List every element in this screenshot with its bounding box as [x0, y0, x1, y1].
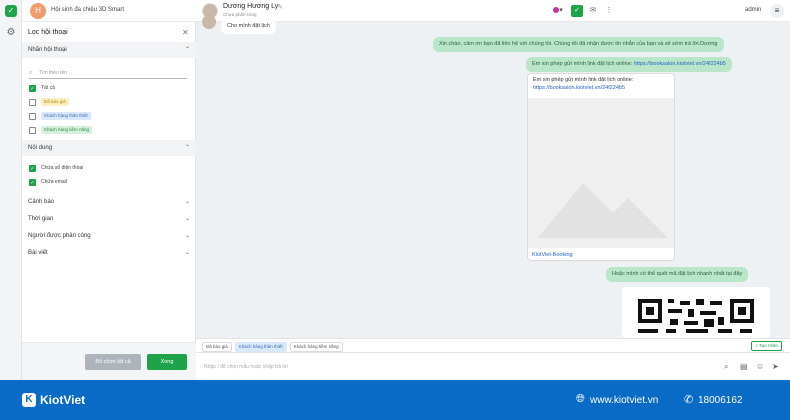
outgoing-message: Hoặc mình có thể quét mã đặt lịch nhanh … — [606, 267, 749, 282]
section-label: Nội dung — [28, 145, 53, 151]
section-label: Bài viết — [28, 250, 48, 256]
chevron-down-icon: ⌄ — [184, 250, 190, 256]
section-label: Nhãn hội thoại — [28, 47, 67, 53]
phone-icon: ✆ — [684, 394, 694, 406]
website-text: www.kiotviet.vn — [590, 395, 659, 406]
content-option-email[interactable]: ✓ Chứa email — [29, 178, 67, 186]
message-text: Em xin phép gửi mình link đặt lịch onlin… — [532, 61, 634, 67]
edit-icon[interactable]: ✎ — [277, 3, 283, 11]
outgoing-message: Xin chào, cảm ơn bạn đã liên hệ với chún… — [433, 37, 724, 52]
label-option-loyal[interactable]: Khách hàng thân thiết — [29, 112, 91, 120]
left-rail: ✓ ⚙ — [0, 0, 22, 380]
card-caption[interactable]: KiotViet-Booking — [532, 252, 573, 258]
section-assignee[interactable]: Người được phân công ⌄ — [22, 228, 196, 244]
section-alert[interactable]: Cảnh báo ⌄ — [22, 194, 196, 210]
message-composer[interactable]: Nhập / để chọn mẫu hoặc nhập trả lời ⌕ ▤… — [196, 352, 790, 380]
label-tag: Đã báo giá — [41, 98, 69, 106]
send-icon[interactable]: ➤ — [772, 362, 779, 371]
option-label: Chứa email — [41, 179, 67, 185]
template-icon[interactable]: ▤ — [740, 362, 748, 371]
clear-all-button[interactable]: Bỏ chọn tất cả — [85, 354, 141, 370]
filter-footer: Bỏ chọn tất cả Xong — [22, 342, 196, 380]
customer-name: Dương Hương Ly — [223, 3, 279, 10]
label-color-dropdown[interactable]: ▾ — [549, 5, 567, 17]
label-option-potential[interactable]: Khách hàng tiềm năng — [29, 126, 93, 134]
label-tag: Khách hàng tiềm năng — [41, 126, 93, 134]
section-content[interactable]: Nội dung ⌃ — [22, 140, 196, 156]
search-input[interactable]: ⌕ Tìm thẻo tên — [29, 67, 187, 79]
emoji-icon[interactable]: ☺ — [756, 362, 764, 371]
gear-icon[interactable]: ⚙ — [5, 27, 17, 39]
card-link[interactable]: https://booksalon.kiotviet.vn/24f224b5 — [533, 85, 625, 91]
kiotviet-logo-icon: K — [22, 393, 36, 407]
booking-link[interactable]: https://booksalon.kiotviet.vn/24f224b5 — [634, 61, 726, 67]
checkbox[interactable] — [29, 112, 36, 120]
image-placeholder-icon — [528, 98, 674, 248]
option-label: Chứa số điện thoại — [41, 165, 84, 171]
chevron-down-icon: ⌄ — [184, 199, 190, 205]
section-post[interactable]: Bài viết ⌄ — [22, 245, 196, 261]
brand-footer: K KiotViet 🌐︎ www.kiotviet.vn ✆ 18006162 — [0, 380, 790, 420]
create-tag-button[interactable]: + Tạo nhãn — [751, 341, 782, 351]
menu-icon[interactable]: ≡ — [770, 4, 784, 18]
shop-name[interactable]: Hội sinh đa chiều 3D Smart — [51, 7, 124, 13]
customer-message-avatar — [202, 15, 216, 29]
search-icon: ⌕ — [29, 70, 33, 76]
close-icon[interactable]: ✕ — [182, 28, 189, 37]
checkbox[interactable]: ✓ — [29, 84, 36, 92]
card-text: Em xin phép gửi mình link đặt lịch onlin… — [533, 77, 634, 83]
user-name[interactable]: admin — [745, 7, 761, 13]
app-logo-icon[interactable]: ✓ — [5, 5, 17, 17]
shop-avatar[interactable]: H — [30, 3, 46, 19]
option-label: Tất cả — [41, 85, 55, 91]
chevron-down-icon: ⌄ — [184, 233, 190, 239]
qr-code-image — [622, 287, 770, 338]
assignment-status[interactable]: Chưa phân công — [223, 12, 257, 17]
content-option-phone[interactable]: ✓ Chứa số điện thoại — [29, 164, 83, 172]
phone-number: 18006162 — [698, 395, 743, 406]
label-option-all[interactable]: ✓ Tất cả — [29, 84, 55, 92]
label-tag: Khách hàng thân thiết — [41, 112, 91, 120]
checkbox[interactable] — [29, 98, 36, 106]
section-label: Thời gian — [28, 216, 54, 222]
filter-title: Lọc hội thoại — [28, 29, 68, 36]
filter-panel: Lọc hội thoại ✕ Nhãn hội thoại ⌃ ⌕ Tìm thẻ… — [22, 22, 196, 380]
quick-tag[interactable]: Đã báo giá — [202, 342, 232, 352]
check-icon[interactable]: ✓ — [571, 5, 583, 17]
incoming-message: Cho mình đặt lịch — [221, 19, 276, 34]
globe-icon: 🌐︎ — [576, 393, 585, 405]
search-placeholder: Tìm thẻo tên — [39, 70, 68, 76]
quick-tag[interactable]: Khách hàng thân thiết — [234, 342, 287, 352]
chevron-up-icon: ⌃ — [184, 47, 190, 53]
brand-name: KiotViet — [40, 393, 86, 407]
quick-tag[interactable]: Khách hàng tiềm năng — [289, 342, 343, 352]
checkbox[interactable] — [29, 126, 36, 134]
chevron-up-icon: ⌃ — [184, 145, 190, 151]
label-option-quoted[interactable]: Đã báo giá — [29, 98, 69, 106]
mail-icon[interactable]: ✉ — [587, 5, 599, 17]
chevron-down-icon: ⌄ — [184, 216, 190, 222]
outgoing-message: Em xin phép gửi mình link đặt lịch onlin… — [526, 57, 732, 72]
more-icon[interactable]: ⋮ — [603, 5, 615, 17]
checkbox[interactable]: ✓ — [29, 164, 36, 172]
checkbox[interactable]: ✓ — [29, 178, 36, 186]
attachment-icon[interactable]: ⌕ — [724, 362, 728, 372]
done-button[interactable]: Xong — [147, 354, 187, 370]
section-label: Người được phân công — [28, 233, 91, 239]
section-label: Cảnh báo — [28, 199, 55, 205]
section-time[interactable]: Thời gian ⌄ — [22, 211, 196, 227]
link-preview-card[interactable]: Em xin phép gửi mình link đặt lịch onlin… — [527, 73, 675, 261]
message-input[interactable]: Nhập / để chọn mẫu hoặc nhập trả lời — [204, 364, 288, 370]
quick-tag-bar: Đã báo giá Khách hàng thân thiết Khách h… — [196, 338, 790, 352]
section-labels[interactable]: Nhãn hội thoại ⌃ — [22, 42, 196, 58]
top-bar: H Hội sinh đa chiều 3D Smart Dương Hương… — [22, 0, 790, 22]
